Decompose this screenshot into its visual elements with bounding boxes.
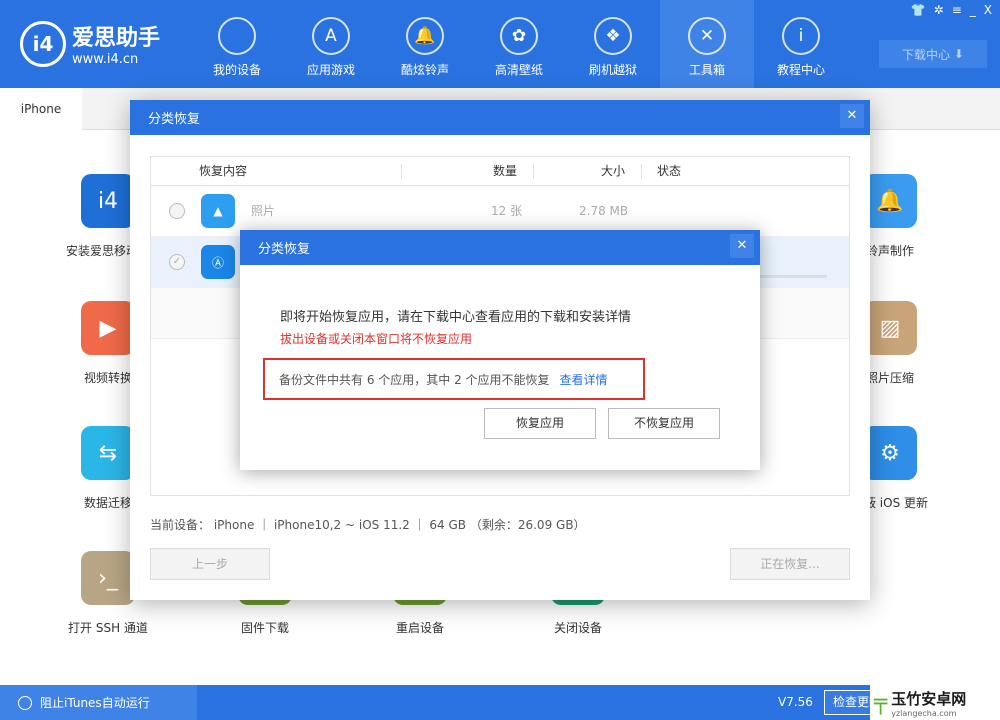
nav-label: 我的设备: [212, 63, 261, 77]
dialog-title: 分类恢复: [258, 242, 311, 257]
version: V7.56: [778, 695, 813, 709]
nav-label: 刷机越狱: [588, 63, 637, 77]
note: 备份文件中共有 6 个应用，其中 2 个应用不能恢复: [279, 372, 550, 387]
dropbox-icon: ❖: [594, 17, 632, 55]
app-store-icon: A: [312, 17, 350, 55]
nav-item[interactable]: i 教程中心: [754, 0, 848, 88]
close-icon[interactable]: X: [984, 3, 992, 17]
bell-icon: 🔔: [406, 17, 444, 55]
skip-restore-button[interactable]: 不恢复应用: [608, 408, 720, 439]
col-status: 状态: [657, 164, 682, 178]
skin-icon[interactable]: 👕: [911, 3, 926, 17]
logo-url: www.i4.cn: [72, 52, 139, 67]
top-bar: i4 爱思助手 www.i4.cn 我的设备 A 应用游戏 🔔 酷炫铃声 ✿ 高清壁纸 ❖ 刷机越…: [0, 0, 1000, 88]
tool-label: 打开 SSH 通道: [68, 621, 148, 635]
logo: i4 爱思助手 www.i4.cn: [20, 20, 160, 67]
app-store-icon: Ⓐ: [201, 245, 235, 279]
itunes-label: 阻止iTunes自动运行: [40, 696, 150, 710]
radio-icon: [18, 695, 32, 710]
nav-item[interactable]: ✕ 工具箱: [660, 0, 754, 88]
table-header: 恢复内容 数量 大小 状态: [151, 157, 849, 186]
details-link[interactable]: 查看详情: [560, 371, 608, 388]
info-icon: i: [782, 17, 820, 55]
col-content: 恢复内容: [199, 164, 248, 178]
confirm-dialog: 分类恢复 ✕ 即将开始恢复应用，请在下载中心查看应用的下载和安装详情 拔出设备或关…: [240, 230, 760, 470]
nav-item[interactable]: ❖ 刷机越狱: [566, 0, 660, 88]
block-itunes-toggle[interactable]: 阻止iTunes自动运行: [0, 685, 197, 720]
radio[interactable]: [169, 203, 185, 219]
nav-item[interactable]: A 应用游戏: [284, 0, 378, 88]
watermark: ╤ 玉竹安卓网 yzlangecha.com: [870, 685, 1000, 720]
tool-label: 固件下载: [240, 621, 289, 635]
tool-icon: 🔔: [863, 174, 917, 228]
menu-icon[interactable]: ≡: [952, 3, 962, 17]
apple-icon: [218, 17, 256, 55]
watermark-url: yzlangecha.com: [891, 708, 957, 718]
watermark-logo-icon: ╤: [874, 690, 888, 715]
flower-icon: ✿: [500, 17, 538, 55]
nav-label: 酷炫铃声: [400, 63, 449, 77]
gear-icon[interactable]: ✲: [934, 3, 944, 17]
message: 即将开始恢复应用，请在下载中心查看应用的下载和安装详情: [280, 310, 632, 325]
tools-icon: ✕: [688, 17, 726, 55]
restoring-button[interactable]: 正在恢复...: [730, 548, 850, 580]
tool-label: 重启设备: [395, 621, 444, 635]
logo-name: 爱思助手: [72, 26, 161, 51]
tool-icon: i4: [81, 174, 135, 228]
window-controls: 👕 ✲ ≡ _ X: [911, 3, 992, 17]
nav-item[interactable]: ✿ 高清壁纸: [472, 0, 566, 88]
nav-label: 教程中心: [776, 63, 825, 77]
tool-icon: ⇆: [81, 426, 135, 480]
close-icon[interactable]: ✕: [840, 104, 864, 128]
col-count: 数量: [493, 164, 518, 178]
tab-iphone[interactable]: iPhone: [0, 88, 82, 130]
logo-mark: i4: [20, 20, 66, 67]
prev-button[interactable]: 上一步: [150, 548, 270, 580]
nav-label: 工具箱: [688, 63, 725, 77]
minimize-icon[interactable]: _: [970, 3, 976, 17]
note-highlight: 备份文件中共有 6 个应用，其中 2 个应用不能恢复 查看详情: [263, 358, 645, 400]
tool-icon: ›_: [81, 551, 135, 605]
warning: 拔出设备或关闭本窗口将不恢复应用: [280, 332, 473, 346]
nav-item[interactable]: 🔔 酷炫铃声: [378, 0, 472, 88]
photo-icon: ▲: [201, 194, 235, 228]
download-icon: ⬇: [953, 47, 964, 61]
device-info: 当前设备： iPhone ｜ iPhone10,2 ~ iOS 11.2 ｜ 6…: [150, 518, 586, 532]
dialog-title: 分类恢复: [148, 112, 201, 127]
tool-icon: ▨: [863, 301, 917, 355]
radio-checked[interactable]: ✓: [169, 254, 185, 270]
col-size: 大小: [601, 164, 626, 178]
status-bar: 阻止iTunes自动运行 V7.56 检查更新 ╤ 玉竹安卓网 yzlangecha…: [0, 685, 1000, 720]
restore-apps-button[interactable]: 恢复应用: [484, 408, 596, 439]
close-icon[interactable]: ✕: [730, 234, 754, 258]
nav-item[interactable]: 我的设备: [190, 0, 284, 88]
tool-icon: ▶: [81, 301, 135, 355]
tool-label: 关闭设备: [553, 621, 602, 635]
tool-icon: ⚙: [863, 426, 917, 480]
nav-label: 应用游戏: [306, 63, 355, 77]
nav-label: 高清壁纸: [494, 63, 543, 77]
watermark-name: 玉竹安卓网: [891, 689, 967, 708]
download-center-label: 下载中心: [902, 47, 951, 62]
download-center-button[interactable]: 下载中心 ⬇: [879, 40, 987, 68]
